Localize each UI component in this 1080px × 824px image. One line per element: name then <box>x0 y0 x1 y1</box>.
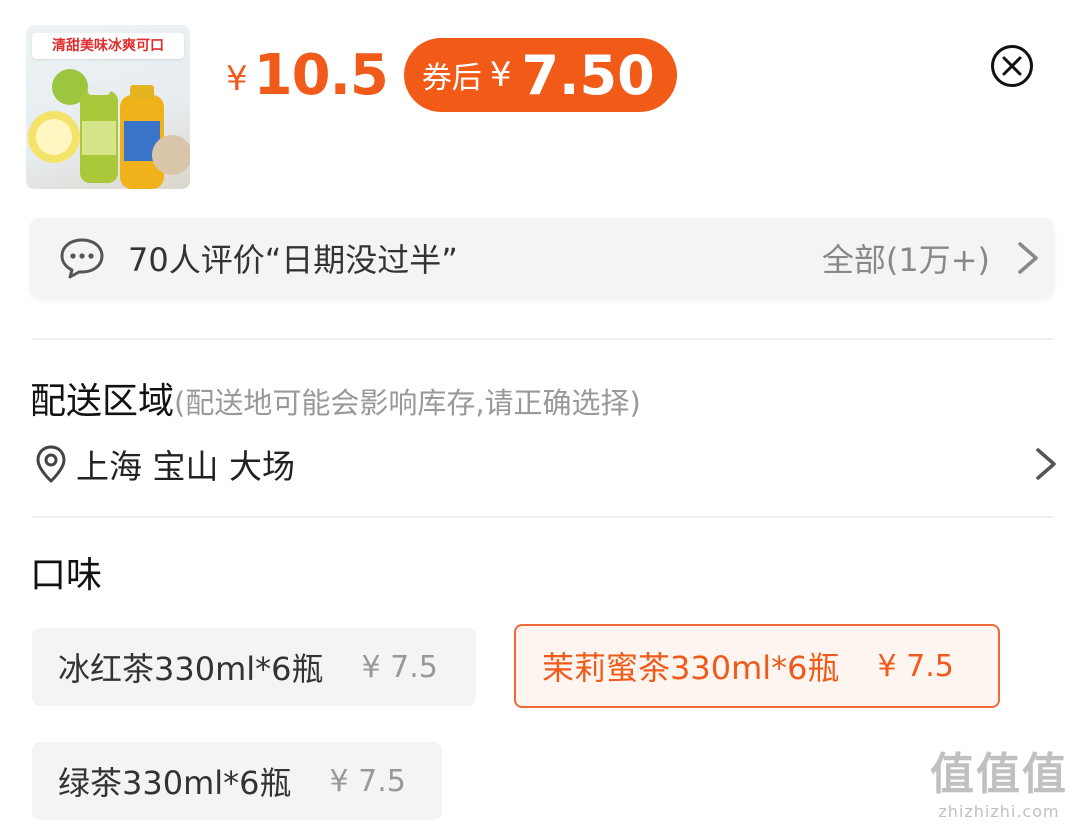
delivery-title: 配送区域 <box>30 381 175 422</box>
flavor-option-name: 茉莉蜜茶330ml*6瓶 <box>542 649 840 687</box>
section-divider <box>32 516 1054 518</box>
currency-symbol: ¥ <box>226 59 248 99</box>
review-summary-bar[interactable]: 70人评价“日期没过半” 全部(1万+) <box>30 218 1054 298</box>
flavor-option-ice-red-tea[interactable]: 冰红茶330ml*6瓶 ¥ 7.5 <box>32 628 476 706</box>
flavor-option-name: 冰红茶330ml*6瓶 <box>58 650 324 688</box>
site-watermark: 值值值 zhizhizhi.com <box>924 738 1074 821</box>
flavor-option-jasmine-honey-tea[interactable]: 茉莉蜜茶330ml*6瓶 ¥ 7.5 <box>514 624 1000 708</box>
delivery-hint: (配送地可能会影响库存,请正确选择) <box>174 386 641 420</box>
flavor-option-price: ¥ 7.5 <box>361 649 438 685</box>
all-reviews-link[interactable]: 全部(1万+) <box>822 235 990 281</box>
flavor-option-name: 绿茶330ml*6瓶 <box>58 764 292 802</box>
chevron-right-icon <box>1036 448 1056 480</box>
close-button[interactable] <box>991 45 1033 87</box>
flavor-option-price: ¥ 7.5 <box>877 648 954 684</box>
close-icon <box>1002 56 1022 76</box>
watermark-url: zhizhizhi.com <box>938 802 1060 821</box>
section-divider <box>32 338 1054 340</box>
location-pin-icon <box>36 445 66 483</box>
flavor-option-price: ¥ 7.5 <box>329 763 406 799</box>
original-price: 10.5 <box>253 42 389 108</box>
product-thumbnail[interactable]: 清甜美味冰爽可口 <box>26 25 190 189</box>
delivery-location-selector[interactable]: 上海 宝山 大场 <box>30 434 1060 494</box>
delivery-section-title: 配送区域(配送地可能会影响库存,请正确选择) <box>30 372 641 424</box>
product-bottles-image <box>28 69 190 189</box>
flavor-option-green-tea[interactable]: 绿茶330ml*6瓶 ¥ 7.5 <box>32 742 442 820</box>
coupon-price-badge: 券后 ¥ 7.50 <box>403 38 677 112</box>
coupon-label: 券后 <box>421 61 482 96</box>
price-line: ¥ 10.5 券后 ¥ 7.50 <box>226 38 677 112</box>
chevron-right-icon <box>1018 242 1038 274</box>
chat-bubble-icon <box>60 238 104 279</box>
review-summary-text: 70人评价“日期没过半” <box>128 241 458 279</box>
watermark-logo: 值值值 <box>930 749 1068 800</box>
coupon-price: 7.50 <box>521 43 655 107</box>
flavor-section-title: 口味 <box>30 555 103 596</box>
coupon-currency-symbol: ¥ <box>489 55 512 95</box>
delivery-location: 上海 宝山 大场 <box>76 447 295 486</box>
